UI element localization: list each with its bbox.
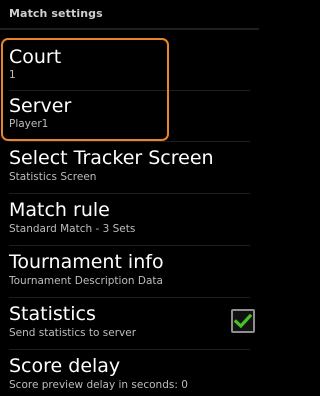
setting-server-title: Server xyxy=(9,95,72,117)
setting-court[interactable]: Court 1 xyxy=(0,40,259,88)
setting-server-value: Player1 xyxy=(9,118,49,130)
setting-match-rule[interactable]: Match rule Standard Match - 3 Sets xyxy=(0,194,259,244)
setting-statistics-value: Send statistics to server xyxy=(9,327,137,339)
setting-tournament-info-value: Tournament Description Data xyxy=(9,275,163,287)
statistics-checkbox[interactable] xyxy=(231,309,255,333)
setting-match-rule-title: Match rule xyxy=(9,199,110,221)
setting-court-title: Court xyxy=(9,46,62,68)
setting-court-value: 1 xyxy=(9,69,16,81)
setting-tournament-info[interactable]: Tournament info Tournament Description D… xyxy=(0,246,259,296)
setting-score-delay[interactable]: Score delay Score preview delay in secon… xyxy=(0,350,259,396)
setting-score-delay-title: Score delay xyxy=(9,355,121,377)
settings-header: Match settings xyxy=(0,0,259,30)
setting-tournament-info-title: Tournament info xyxy=(9,251,164,273)
setting-tracker-screen[interactable]: Select Tracker Screen Statistics Screen xyxy=(0,142,259,192)
setting-score-delay-value: Score preview delay in seconds: 0 xyxy=(9,379,188,391)
header-title: Match settings xyxy=(9,7,103,20)
checkmark-icon xyxy=(234,313,252,329)
setting-statistics[interactable]: Statistics Send statistics to server xyxy=(0,298,259,348)
setting-tracker-screen-value: Statistics Screen xyxy=(9,171,97,183)
match-settings-screen: Match settings Court 1 Server Player1 Se… xyxy=(0,0,259,396)
setting-statistics-title: Statistics xyxy=(9,303,96,325)
setting-server[interactable]: Server Player1 xyxy=(0,91,259,139)
setting-tracker-screen-title: Select Tracker Screen xyxy=(9,147,214,169)
setting-match-rule-value: Standard Match - 3 Sets xyxy=(9,223,136,235)
